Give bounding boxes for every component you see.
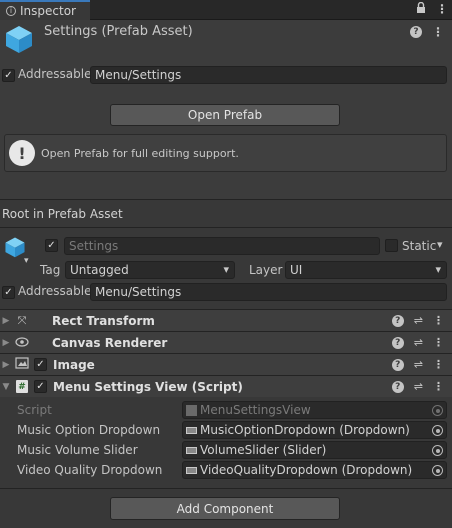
component-rect-transform[interactable]: ▶ ⤧ Rect Transform ? ⇌ ⋮	[0, 309, 452, 331]
warning-icon: !	[9, 140, 35, 166]
static-label[interactable]: Static	[402, 239, 436, 253]
image-icon	[12, 357, 32, 372]
gameobject-addressable-label: Addressable	[18, 284, 92, 298]
presets-icon[interactable]: ⇌	[414, 314, 423, 327]
asset-header: Settings (Prefab Asset) ? ⋮ ✓ Addressabl…	[0, 20, 452, 200]
ui-component-icon	[186, 466, 197, 474]
gameobject-addressable-path-field[interactable]: Menu/Settings	[90, 283, 447, 301]
prefab-cube-icon	[4, 24, 34, 57]
video-quality-dropdown-label: Video Quality Dropdown	[17, 463, 163, 477]
help-icon[interactable]: ?	[410, 26, 422, 38]
add-component-button[interactable]: Add Component	[110, 497, 340, 520]
gameobject-active-checkbox[interactable]: ✓	[45, 239, 58, 252]
music-volume-slider-value: VolumeSlider (Slider)	[200, 443, 327, 457]
component-menu-icon[interactable]: ⋮	[433, 314, 444, 327]
static-dropdown-arrow-icon[interactable]: ▾	[437, 238, 443, 251]
presets-icon[interactable]: ⇌	[414, 336, 423, 349]
script-file-icon	[186, 404, 197, 416]
help-icon[interactable]: ?	[391, 358, 404, 371]
component-menu-settings-view[interactable]: ▼ # ✓ Menu Settings View (Script) ? ⇌ ⋮	[0, 375, 452, 397]
component-canvas-renderer[interactable]: ▶ Canvas Renderer ? ⇌ ⋮	[0, 331, 452, 353]
help-icon[interactable]: ?	[391, 380, 404, 393]
settings-menu-icon[interactable]: ⋮	[432, 25, 444, 39]
expand-arrow-icon[interactable]: ▶	[0, 360, 12, 370]
script-field: MenuSettingsView	[182, 401, 447, 419]
ui-component-icon	[186, 426, 197, 434]
help-text: Open Prefab for full editing support.	[41, 147, 239, 160]
rect-transform-icon: ⤧	[17, 313, 27, 327]
tab-menu-icon[interactable]: ⋮	[436, 2, 448, 17]
expand-arrow-icon[interactable]: ▶	[0, 316, 12, 326]
music-option-dropdown-field[interactable]: MusicOptionDropdown (Dropdown)	[182, 421, 447, 439]
gameobject-cube-icon	[4, 236, 26, 261]
static-checkbox[interactable]	[385, 239, 398, 252]
component-enabled-checkbox[interactable]: ✓	[34, 380, 47, 393]
component-menu-icon[interactable]: ⋮	[433, 336, 444, 349]
gameobject-addressable-checkbox[interactable]: ✓	[2, 286, 15, 299]
component-menu-icon[interactable]: ⋮	[433, 358, 444, 371]
help-icon[interactable]: ?	[391, 314, 404, 327]
tab-inspector-label: Inspector	[20, 4, 76, 18]
music-option-dropdown-value: MusicOptionDropdown (Dropdown)	[200, 423, 410, 437]
layer-label: Layer	[249, 263, 283, 277]
script-icon: #	[12, 380, 32, 393]
component-image[interactable]: ▶ ✓ Image ? ⇌ ⋮	[0, 353, 452, 375]
object-picker-icon[interactable]	[432, 465, 443, 476]
divider	[0, 227, 452, 228]
music-volume-slider-label: Music Volume Slider	[17, 443, 138, 457]
component-name: Image	[53, 357, 95, 372]
component-name: Menu Settings View (Script)	[53, 379, 243, 394]
tag-label: Tag	[40, 263, 61, 277]
script-value: MenuSettingsView	[200, 403, 311, 417]
tab-bar: i Inspector ⋮	[0, 0, 452, 20]
music-volume-slider-field[interactable]: VolumeSlider (Slider)	[182, 441, 447, 459]
object-picker-icon[interactable]	[432, 445, 443, 456]
open-prefab-button[interactable]: Open Prefab	[110, 104, 340, 126]
eye-icon	[12, 336, 32, 350]
gameobject-name-field[interactable]: Settings	[64, 237, 380, 255]
addressable-path-field[interactable]: Menu/Settings	[90, 66, 447, 84]
help-box: ! Open Prefab for full editing support.	[4, 134, 447, 172]
ui-component-icon	[186, 446, 197, 454]
component-name: Canvas Renderer	[52, 335, 168, 350]
help-icon[interactable]: ?	[391, 336, 404, 349]
presets-icon[interactable]: ⇌	[414, 380, 423, 393]
object-picker-icon	[432, 405, 443, 416]
layer-dropdown[interactable]: UI	[285, 261, 447, 279]
expand-arrow-icon[interactable]: ▶	[0, 338, 12, 348]
collapse-arrow-icon[interactable]: ▼	[0, 382, 12, 392]
tab-inspector[interactable]: i Inspector	[0, 0, 90, 20]
music-option-dropdown-label: Music Option Dropdown	[17, 423, 161, 437]
presets-icon[interactable]: ⇌	[414, 358, 423, 371]
info-icon: i	[6, 6, 16, 16]
component-menu-icon[interactable]: ⋮	[433, 380, 444, 393]
object-picker-icon[interactable]	[432, 425, 443, 436]
component-name: Rect Transform	[52, 313, 155, 328]
tag-dropdown[interactable]: Untagged	[65, 261, 235, 279]
asset-title: Settings (Prefab Asset)	[44, 24, 193, 39]
component-enabled-checkbox[interactable]: ✓	[34, 358, 47, 371]
video-quality-dropdown-value: VideoQualityDropdown (Dropdown)	[200, 463, 413, 477]
addressable-label: Addressable	[18, 67, 92, 81]
addressable-checkbox[interactable]: ✓	[2, 69, 15, 82]
video-quality-dropdown-field[interactable]: VideoQualityDropdown (Dropdown)	[182, 461, 447, 479]
lock-icon[interactable]	[416, 1, 426, 17]
divider	[0, 488, 452, 489]
root-in-prefab-label: Root in Prefab Asset	[2, 207, 123, 221]
script-label: Script	[17, 403, 52, 417]
icon-dropdown-arrow-icon[interactable]: ▾	[24, 256, 29, 266]
